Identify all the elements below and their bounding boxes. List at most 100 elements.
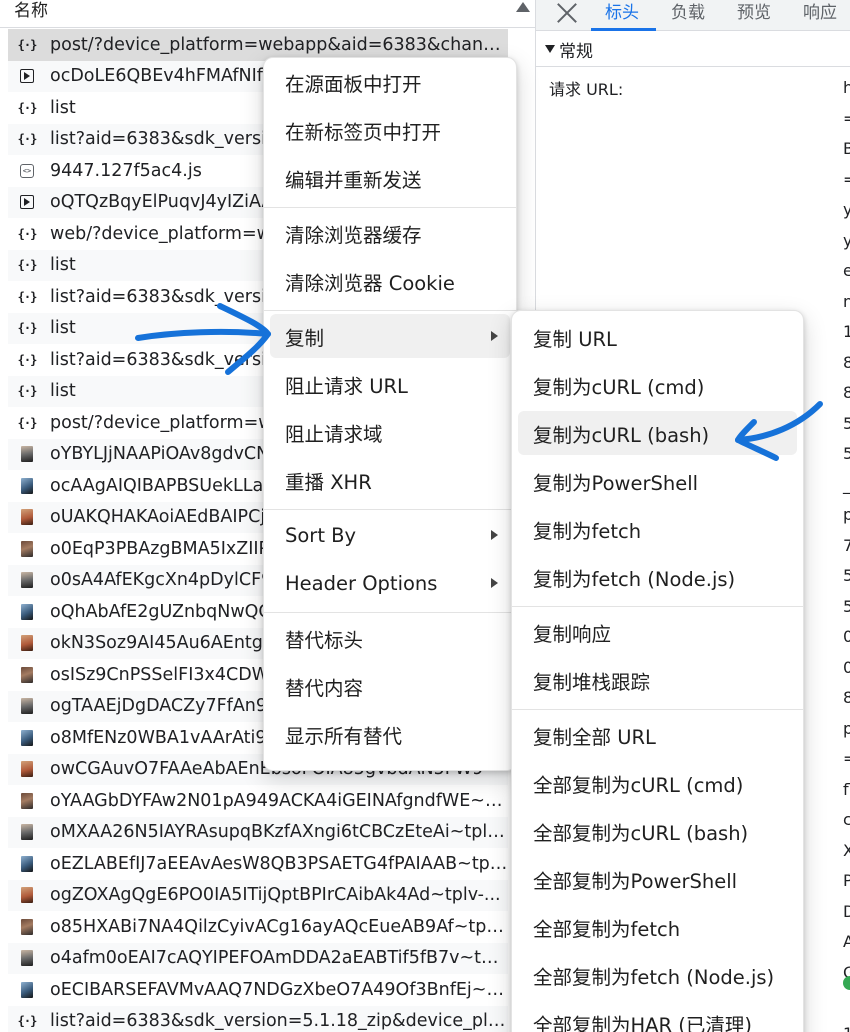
menu-item-override-headers[interactable]: 替代标头 bbox=[270, 616, 510, 660]
request-name: 9447.127f5ac4.js bbox=[50, 160, 202, 181]
media-icon bbox=[20, 69, 34, 84]
request-row[interactable]: list?aid=6383&sdk_version=5.1.18_zip&dev… bbox=[8, 1005, 508, 1032]
sort-ascending-icon[interactable] bbox=[516, 2, 530, 12]
request-row[interactable]: oEZLABEfIJ7aEEAvAesW8QB3PSAETG4fPAIAAB~t… bbox=[8, 848, 508, 880]
menu-item-copy-all-har[interactable]: 全部复制为HAR (已清理) bbox=[518, 1001, 797, 1032]
request-name: post/?device_platform=w bbox=[50, 412, 273, 433]
copy-submenu: 复制 URL 复制为cURL (cmd) 复制为cURL (bash) 复制为Powe… bbox=[511, 310, 804, 1032]
menu-item-copy-fetch-node-js[interactable]: 复制为fetch (Node.js) bbox=[518, 555, 797, 599]
request-name: ocAAgAIQIBAPBSUekLLaF bbox=[50, 475, 274, 496]
image-thumbnail-icon bbox=[21, 603, 33, 620]
request-row[interactable]: oYAAGbDYFAw2N01pA949ACKA4iGEINAfgndfWE~t… bbox=[8, 785, 508, 817]
menu-item-copy-curl-cmd[interactable]: 复制为cURL (cmd) bbox=[518, 363, 797, 407]
menu-separator bbox=[264, 508, 516, 510]
fetch-request-icon bbox=[16, 254, 38, 276]
menu-item-copy-all-url[interactable]: 复制全部 URL bbox=[518, 713, 797, 757]
menu-item-copy-entry[interactable]: 复制堆栈跟踪 bbox=[518, 658, 797, 702]
image-thumbnail-icon bbox=[21, 918, 33, 935]
name-column-header[interactable]: 名称 bbox=[14, 0, 48, 22]
menu-item-copy-all-curl-bash[interactable]: 全部复制为cURL (bash) bbox=[518, 809, 797, 853]
menu-item-label: 全部复制为cURL (cmd) bbox=[533, 773, 744, 797]
header-value-fragment: 5 bbox=[843, 561, 850, 592]
request-row[interactable]: oMXAA26N5IAYRAsupqBKzfAXngi6tCBCzEteAi~t… bbox=[8, 816, 508, 848]
media-icon bbox=[20, 195, 34, 210]
header-value-fragment: 5 bbox=[843, 592, 850, 623]
header-value-fragment: h bbox=[843, 73, 850, 104]
menu-item-copy-url[interactable]: 复制 URL bbox=[518, 315, 797, 359]
request-list-header[interactable]: 名称 bbox=[0, 0, 535, 28]
header-value-fragment: y bbox=[843, 226, 850, 257]
tab-payload[interactable]: 负载 bbox=[671, 2, 705, 24]
request-row[interactable]: post/?device_platform=webapp&aid=6383&ch… bbox=[8, 29, 508, 61]
request-name: osISz9CnPSSelFI3x4CDWg bbox=[50, 664, 281, 685]
general-section-header[interactable]: 常规 bbox=[536, 31, 850, 67]
header-value-fragment: 0 bbox=[843, 622, 850, 653]
detail-tabbar: 标头 负载 预览 响应 bbox=[536, 0, 850, 31]
menu-item-label: 在源面板中打开 bbox=[285, 72, 422, 96]
menu-item-copy[interactable]: 复制 bbox=[270, 314, 510, 358]
image-thumbnail-icon bbox=[21, 477, 33, 494]
menu-item-open-in-sources[interactable]: 在源面板中打开 bbox=[270, 60, 510, 104]
menu-item-edit-and-resend[interactable]: 编辑并重新发送 bbox=[270, 156, 510, 200]
fetch-request-icon bbox=[16, 34, 38, 56]
menu-item-clear-browser-cookies[interactable]: 清除浏览器 Cookie bbox=[270, 259, 510, 303]
menu-item-block-request-domain[interactable]: 阻止请求域 bbox=[270, 410, 510, 454]
header-value-fragment: 0 bbox=[843, 653, 850, 684]
fetch-request-icon bbox=[16, 317, 38, 339]
tab-headers[interactable]: 标头 bbox=[605, 2, 639, 24]
header-value-fragment: 7 bbox=[843, 531, 850, 562]
request-name: list bbox=[50, 381, 76, 402]
image-thumbnail-icon bbox=[21, 761, 33, 778]
menu-item-copy-curl-bash[interactable]: 复制为cURL (bash) bbox=[518, 411, 797, 455]
request-row[interactable]: ogZOXAgQgE6PO0IA5ITijQptBPIrCAibAk4Ad~tp… bbox=[8, 879, 508, 911]
tab-preview[interactable]: 预览 bbox=[737, 2, 771, 24]
fetch-request-icon bbox=[16, 97, 38, 119]
menu-item-copy-fetch[interactable]: 复制为fetch bbox=[518, 507, 797, 551]
request-name: o8MfENz0WBA1vAArAti9 bbox=[50, 727, 267, 748]
menu-item-replay-xhr[interactable]: 重播 XHR bbox=[270, 458, 510, 502]
request-name: list bbox=[50, 255, 76, 276]
request-name: o0EqP3PBAzgBMA5IxZIIP bbox=[50, 538, 270, 559]
menu-separator bbox=[512, 708, 803, 710]
request-row[interactable]: oECIBARSEFAVMvAAQ7NDGzXbeO7A49Of3BnfEj~t… bbox=[8, 974, 508, 1006]
request-name: oUAKQHAKAoiAEdBAIPCj bbox=[50, 507, 266, 528]
menu-item-sort-by[interactable]: Sort By bbox=[270, 513, 510, 557]
menu-item-copy-all-powershell[interactable]: 全部复制为PowerShell bbox=[518, 857, 797, 901]
tab-response[interactable]: 响应 bbox=[803, 2, 837, 24]
menu-item-open-in-new-tab[interactable]: 在新标签页中打开 bbox=[270, 108, 510, 152]
menu-item-header-options[interactable]: Header Options bbox=[270, 561, 510, 605]
request-name: o85HXABi7NA4QilzCyivACg16ayAQcEueAB9Af~t… bbox=[50, 916, 508, 937]
request-name: ocDoLE6QBEv4hFMAfNIfv bbox=[50, 66, 274, 87]
request-url-label: 请求 URL: bbox=[549, 80, 624, 99]
header-value-fragment: 8 bbox=[843, 348, 850, 379]
request-name: post/?device_platform=webapp&aid=6383&ch… bbox=[50, 34, 508, 55]
menu-item-copy-all-fetch[interactable]: 全部复制为fetch bbox=[518, 905, 797, 949]
menu-item-block-request-url[interactable]: 阻止请求 URL bbox=[270, 362, 510, 406]
request-name: o4afm0oEAI7cAQYIPEFOAmDDA2aEABTif5fB7v~t… bbox=[50, 948, 508, 969]
menu-item-show-all-overrides[interactable]: 显示所有替代 bbox=[270, 712, 510, 756]
menu-item-copy-all-curl-cmd[interactable]: 全部复制为cURL (cmd) bbox=[518, 761, 797, 805]
header-value-fragment: 1 bbox=[843, 1019, 850, 1032]
image-thumbnail-icon bbox=[21, 635, 33, 652]
image-thumbnail-icon bbox=[21, 855, 33, 872]
menu-item-copy-entry[interactable]: 复制响应 bbox=[518, 610, 797, 654]
header-value-fragment: P bbox=[843, 866, 850, 897]
image-thumbnail-icon bbox=[21, 666, 33, 683]
image-thumbnail-icon bbox=[21, 950, 33, 967]
general-section-title: 常规 bbox=[559, 42, 593, 62]
menu-item-copy-powershell[interactable]: 复制为PowerShell bbox=[518, 459, 797, 503]
header-value-fragment: fl bbox=[843, 779, 850, 799]
request-name: oYAAGbDYFAw2N01pA949ACKA4iGEINAfgndfWE~t… bbox=[50, 790, 508, 811]
request-row[interactable]: o4afm0oEAI7cAQYIPEFOAmDDA2aEABTif5fB7v~t… bbox=[8, 942, 508, 974]
menu-item-copy-all-fetch-node-js[interactable]: 全部复制为fetch (Node.js) bbox=[518, 953, 797, 997]
image-thumbnail-icon bbox=[21, 540, 33, 557]
request-row[interactable]: o85HXABi7NA4QilzCyivACg16ayAQcEueAB9Af~t… bbox=[8, 911, 508, 943]
request-name: list?aid=6383&sdk_versio bbox=[50, 286, 277, 307]
header-value-fragment: c bbox=[843, 805, 850, 836]
request-name: oEZLABEfIJ7aEEAvAesW8QB3PSAETG4fPAIAAB~t… bbox=[50, 853, 508, 874]
menu-item-override-content[interactable]: 替代内容 bbox=[270, 664, 510, 708]
chevron-right-icon bbox=[491, 331, 498, 341]
menu-item-clear-browser-cache[interactable]: 清除浏览器缓存 bbox=[270, 211, 510, 255]
close-icon[interactable] bbox=[556, 2, 578, 24]
header-value-fragment: n bbox=[843, 287, 850, 318]
